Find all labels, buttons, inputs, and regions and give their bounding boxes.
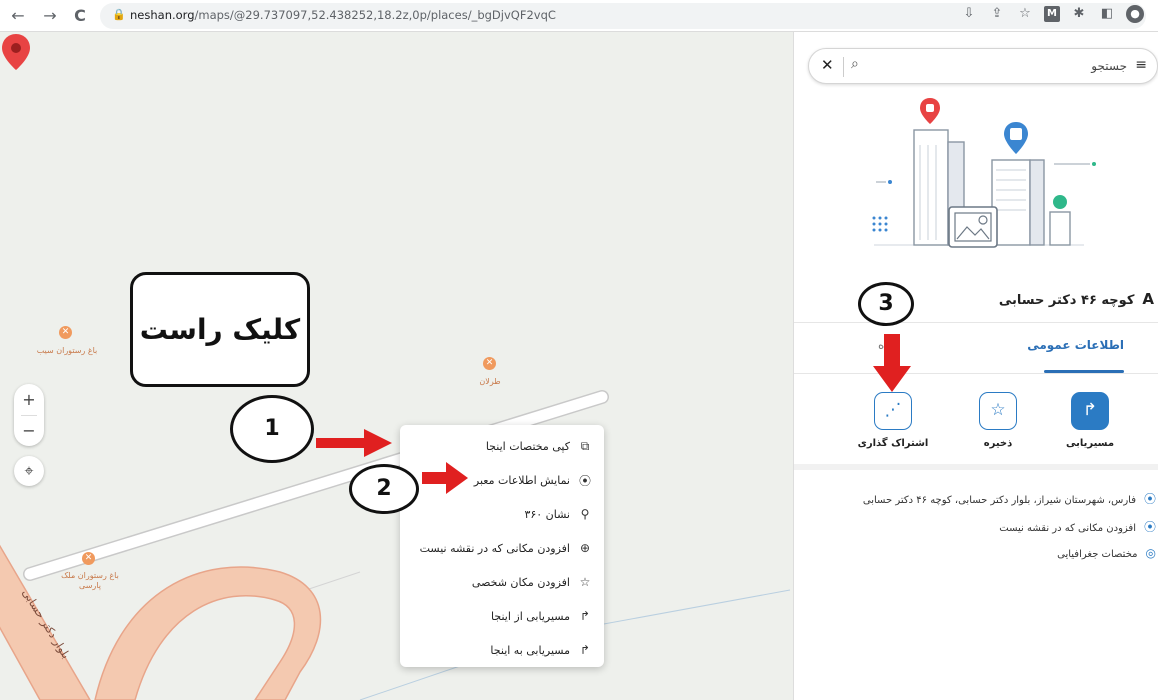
right-click-callout: کلیک راست (130, 272, 310, 387)
restaurant-icon[interactable]: ✕ (483, 357, 496, 370)
poi-label[interactable]: باغ رستوران سیب (30, 346, 104, 356)
locate-icon: ⌖ (24, 461, 34, 480)
menu-item-add-missing-place[interactable]: ⊕ افزودن مکانی که در نقشه نیست (400, 531, 604, 565)
close-icon[interactable]: ✕ (821, 56, 834, 74)
add-location-icon: ⦿ (1143, 520, 1156, 534)
menu-icon[interactable]: ≡ (1135, 57, 1147, 73)
location-icon: ⦿ (1143, 492, 1156, 506)
step-3-marker: 3 (858, 282, 914, 326)
copy-icon: ⧉ (580, 438, 590, 453)
extensions-puzzle-icon[interactable]: ✱ (1070, 5, 1088, 23)
map-canvas[interactable]: بلوار دکتر حسابی ✕ باغ رستوران سیب ✕ طرل… (0, 32, 793, 700)
share-button[interactable]: ⋰ اشتراک گذاری (853, 392, 933, 449)
restaurant-icon[interactable]: ✕ (82, 552, 95, 565)
toolbar-icons: ⇩ ⇪ ☆ M ✱ ◧ ● (960, 4, 1144, 24)
map-pin-icon[interactable] (0, 32, 32, 72)
menu-item-copy-coordinates[interactable]: ⧉ کپی مختصات اینجا (400, 429, 604, 463)
forward-button[interactable]: → (40, 6, 60, 26)
share-page-icon[interactable]: ⇪ (988, 5, 1006, 23)
target-icon: ◎ (1145, 546, 1156, 560)
address-text: فارس، شهرستان شیراز، بلوار دکتر حسابی، ک… (862, 495, 1136, 506)
info-add-place[interactable]: ⦿ افزودن مکانی که در نقشه نیست (999, 518, 1156, 535)
menu-item-label: مسیریابی از اینجا (491, 609, 570, 623)
share-icon: ⋰ (874, 392, 912, 430)
tab-general-info[interactable]: اطلاعات عمومی (1027, 338, 1124, 352)
info-coordinates[interactable]: ◎ مختصات جغرافیایی (1057, 546, 1156, 560)
step-2-marker: 2 (349, 464, 419, 514)
menu-item-label: نشان ۳۶۰ (524, 507, 570, 521)
browser-toolbar: ← → C 🔒 neshan.org/maps/@29.737097,52.43… (0, 0, 1158, 32)
menu-item-label: مسیریابی به اینجا (490, 643, 570, 657)
zoom-divider (21, 415, 37, 416)
street-type-icon: A (1142, 290, 1154, 308)
back-button[interactable]: ← (8, 6, 28, 26)
restaurant-icon[interactable]: ✕ (59, 326, 72, 339)
map-base-layer: بلوار دکتر حسابی (0, 390, 791, 700)
reload-button[interactable]: C (70, 6, 90, 26)
url-domain: neshan.org (130, 8, 195, 22)
menu-item-label: افزودن مکانی که در نقشه نیست (419, 541, 570, 555)
divider (794, 322, 1158, 323)
menu-item-360-view[interactable]: ⚲ نشان ۳۶۰ (400, 497, 604, 531)
poi-label[interactable]: طرلان (470, 377, 510, 387)
search-icon[interactable]: ⌕ (851, 56, 859, 72)
step-1-marker: 1 (230, 395, 314, 463)
search-box[interactable]: ≡ جستجو ✕ ⌕ (808, 48, 1158, 84)
menu-item-label: افزودن مکان شخصی (471, 575, 570, 589)
menu-item-label: نمایش اطلاعات معبر (473, 473, 570, 487)
menu-item-label: کپی مختصات اینجا (485, 439, 570, 453)
star-icon: ☆ (979, 392, 1017, 430)
bookmark-star-icon[interactable]: ☆ (1016, 5, 1034, 23)
divider (794, 373, 1158, 374)
install-app-icon[interactable]: ⇩ (960, 5, 978, 23)
gmail-extension-icon[interactable]: M (1044, 6, 1060, 22)
zoom-control: + − (14, 384, 44, 446)
search-placeholder[interactable]: جستجو (1091, 59, 1127, 73)
place-title-text: کوچه ۴۶ دکتر حسابی (998, 293, 1135, 308)
place-title: A کوچه ۴۶ دکتر حسابی (999, 290, 1154, 308)
save-label: ذخیره (983, 438, 1013, 449)
location-pin-icon: ⦿ (578, 473, 591, 488)
url-path: /maps/@29.737097,52.438252,18.2z,0p/plac… (194, 8, 556, 22)
directions-button[interactable]: ↱ مسیریابی (1050, 392, 1130, 449)
star-plus-icon: ☆ (579, 575, 591, 589)
side-panel-icon[interactable]: ◧ (1098, 5, 1116, 23)
street-view-icon: ⚲ (580, 507, 590, 521)
save-button[interactable]: ☆ ذخیره (958, 392, 1038, 449)
poi-label[interactable]: باغ رستوران ملک پارسی (58, 571, 122, 591)
profile-avatar-icon[interactable]: ● (1126, 5, 1144, 23)
zoom-in-button[interactable]: + (14, 384, 44, 415)
zoom-out-button[interactable]: − (14, 415, 44, 446)
red-down-arrow-icon (873, 334, 911, 392)
section-separator (794, 464, 1158, 470)
curved-road (94, 566, 322, 700)
directions-icon: ↱ (1071, 392, 1109, 430)
red-arrow-icon (422, 462, 468, 494)
menu-item-route-to-here[interactable]: ↱ مسیریابی به اینجا (400, 633, 604, 667)
place-illustration (872, 98, 1096, 248)
place-panel: ≡ جستجو ✕ ⌕ A کوچه ۴۶ دکتر حسابی اطلاعات … (793, 32, 1158, 700)
search-divider (843, 57, 844, 77)
coordinates-text: مختصات جغرافیایی (1057, 549, 1138, 560)
my-location-button[interactable]: ⌖ (14, 456, 44, 486)
menu-item-route-from-here[interactable]: ↱ مسیریابی از اینجا (400, 599, 604, 633)
boulevard-road (0, 544, 91, 700)
share-label: اشتراک گذاری (857, 438, 929, 449)
directions-label: مسیریابی (1065, 438, 1115, 449)
lock-icon: 🔒 (112, 8, 126, 21)
route-icon: ↱ (579, 609, 591, 623)
red-arrow-icon (316, 429, 392, 457)
add-place-icon: ⊕ (579, 541, 591, 555)
info-address: ⦿ فارس، شهرستان شیراز، بلوار دکتر حسابی، … (863, 490, 1156, 507)
add-place-text: افزودن مکانی که در نقشه نیست (999, 523, 1136, 534)
url-text: neshan.org/maps/@29.737097,52.438252,18.… (130, 8, 556, 22)
menu-item-add-personal-place[interactable]: ☆ افزودن مکان شخصی (400, 565, 604, 599)
route-icon: ↱ (579, 643, 591, 657)
